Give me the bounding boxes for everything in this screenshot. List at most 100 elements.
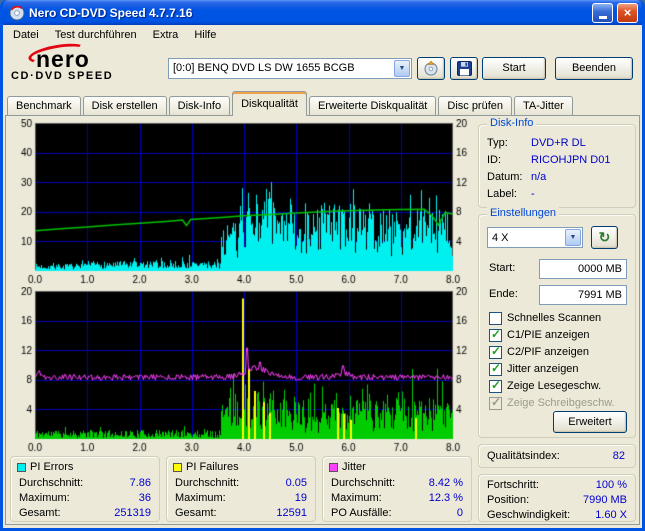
jitter-stats-panel: Jitter Durchschnitt: 8.42 % Maximum: 12.… [322,456,472,522]
minimize-button[interactable] [592,2,613,23]
app-icon [9,5,25,20]
drive-select-value: [0:0] BENQ DVD LS DW 1655 BCGB [173,62,355,74]
minimize-icon [598,16,607,19]
app-window: Nero CD-DVD Speed 4.7.7.16 × Datei Test … [0,0,645,531]
check-icon: ✓ [491,360,502,375]
checkbox-box: ✓ [489,360,502,376]
quality-index-label: Qualitätsindex: [487,450,560,462]
value: - [531,188,535,200]
stat-row: PO Ausfälle: 0 [331,507,463,519]
value: 251319 [114,507,151,519]
tab-diskqualitaet[interactable]: Diskqualität [232,91,307,116]
end-field-label: Ende: [489,288,518,300]
chevron-down-icon[interactable]: ▼ [565,229,581,246]
check-icon: ✓ [491,377,502,392]
window-title: Nero CD-DVD Speed 4.7.7.16 [29,5,193,20]
header-toolbar: nero CD·DVD SPEED [0:0] BENQ DVD LS DW 1… [3,40,642,91]
advanced-button[interactable]: Erweitert [553,411,627,433]
refresh-disc-button[interactable]: ↻ [591,226,618,249]
tab-ta-jitter[interactable]: TA-Jitter [514,96,573,115]
jitter-legend-chip [329,462,338,472]
eject-disc-button[interactable] [417,56,445,80]
check-icon: ✓ [491,343,502,358]
value: 12.3 % [428,492,463,504]
tab-benchmark[interactable]: Benchmark [7,96,81,115]
value: 7.86 [129,477,151,489]
panel-header: PI Failures [173,461,239,473]
stat-row: Maximum: 36 [19,492,151,504]
checkbox-label: Zeige Lesegeschw. [507,380,602,392]
disk-info-title: Disk-Info [487,117,537,129]
tab-disk-erstellen[interactable]: Disk erstellen [82,96,167,115]
start-field-label: Start: [489,262,516,274]
settings-title: Einstellungen [487,207,560,219]
refresh-icon: ↻ [598,229,611,245]
menu-hilfe[interactable]: Hilfe [186,26,224,44]
stat-row: Maximum: 19 [175,492,307,504]
start-button[interactable]: Start [482,56,546,80]
value: 7990 MB [582,494,627,506]
panel-header: Jitter [329,461,366,473]
stat-row: Durchschnitt: 8.42 % [331,477,463,489]
stat-row: Gesamt: 12591 [175,507,307,519]
checkbox-box: ✓ [489,377,502,393]
menu-datei[interactable]: Datei [5,26,47,44]
menu-test-durchfuehren[interactable]: Test durchführen [47,26,145,44]
speed-row: Geschwindigkeit: 1.60 X [487,509,627,521]
checkbox-label: C1/PIE anzeigen [507,329,590,341]
checkbox-schreibgeschw[interactable]: ✓ Zeige Schreibgeschw. [489,395,615,410]
window-client: Datei Test durchführen Extra Hilfe nero … [3,25,642,528]
end-field[interactable] [539,285,627,305]
panel-title: PI Errors [30,461,74,473]
nero-logo: nero CD·DVD SPEED [10,40,160,88]
label: Label: [487,188,517,200]
pi-errors-stats-panel: PI Errors Durchschnitt: 7.86 Maximum: 36… [10,456,160,522]
checkbox-label: Jitter anzeigen [507,363,579,375]
label: Durchschnitt: [19,477,84,489]
save-button[interactable] [450,56,478,80]
checkbox-box: ✓ [489,327,502,342]
menu-bar: Datei Test durchführen Extra Hilfe [3,25,642,45]
logo-brand-text: nero [36,46,90,72]
stat-row: Gesamt: 251319 [19,507,151,519]
tab-disk-info[interactable]: Disk-Info [168,96,231,115]
tab-disc-pruefen[interactable]: Disc prüfen [438,96,513,115]
checkbox-schnelles-scannen[interactable]: ✓ Schnelles Scannen [489,311,601,325]
checkbox-box: ✓ [489,395,502,410]
drive-select[interactable]: [0:0] BENQ DVD LS DW 1655 BCGB ▼ [168,57,412,79]
value: 0.05 [285,477,307,489]
label: Typ: [487,137,508,149]
pi-failures-stats-panel: PI Failures Durchschnitt: 0.05 Maximum: … [166,456,316,522]
tab-erweiterte-diskqualitaet[interactable]: Erweiterte Diskqualität [308,96,437,115]
label: ID: [487,154,502,166]
checkbox-lesegeschw[interactable]: ✓ Zeige Lesegeschw. [489,377,602,393]
panel-title: Jitter [342,461,366,473]
checkbox-c1-pie[interactable]: ✓ C1/PIE anzeigen [489,327,590,342]
disc-icon [424,60,438,76]
pi-errors-chart [9,119,473,286]
value: RICOHJPN D01 [531,154,611,166]
pie-chart-panel [9,119,473,286]
panel-header: PI Errors [17,461,73,473]
start-field[interactable] [539,259,627,279]
close-button[interactable]: × [617,2,638,23]
speed-select[interactable]: 4 X ▼ [487,227,583,248]
value: 100 % [595,479,627,491]
disk-info-row-id: ID: RICOHJPN D01 [487,154,629,168]
label: Datum: [487,171,523,183]
label: Maximum: [175,492,226,504]
pi-failures-legend-chip [173,462,182,472]
checkbox-jitter[interactable]: ✓ Jitter anzeigen [489,360,579,376]
quit-button[interactable]: Beenden [555,56,633,80]
settings-group: Einstellungen 4 X ▼ ↻ Start: Ende: ✓ Sch… [478,207,636,438]
close-icon: × [623,5,632,20]
position-row: Position: 7990 MB [487,494,627,506]
checkbox-c2-pif[interactable]: ✓ C2/PIF anzeigen [489,343,589,359]
pi-errors-legend-chip [17,462,26,472]
label: Gesamt: [175,507,217,519]
stat-row: Durchschnitt: 0.05 [175,477,307,489]
menu-extra[interactable]: Extra [145,26,187,44]
title-bar[interactable]: Nero CD-DVD Speed 4.7.7.16 × [3,0,642,25]
progress-panel: Fortschritt: 100 % Position: 7990 MB Ges… [478,474,636,522]
chevron-down-icon[interactable]: ▼ [394,59,410,77]
